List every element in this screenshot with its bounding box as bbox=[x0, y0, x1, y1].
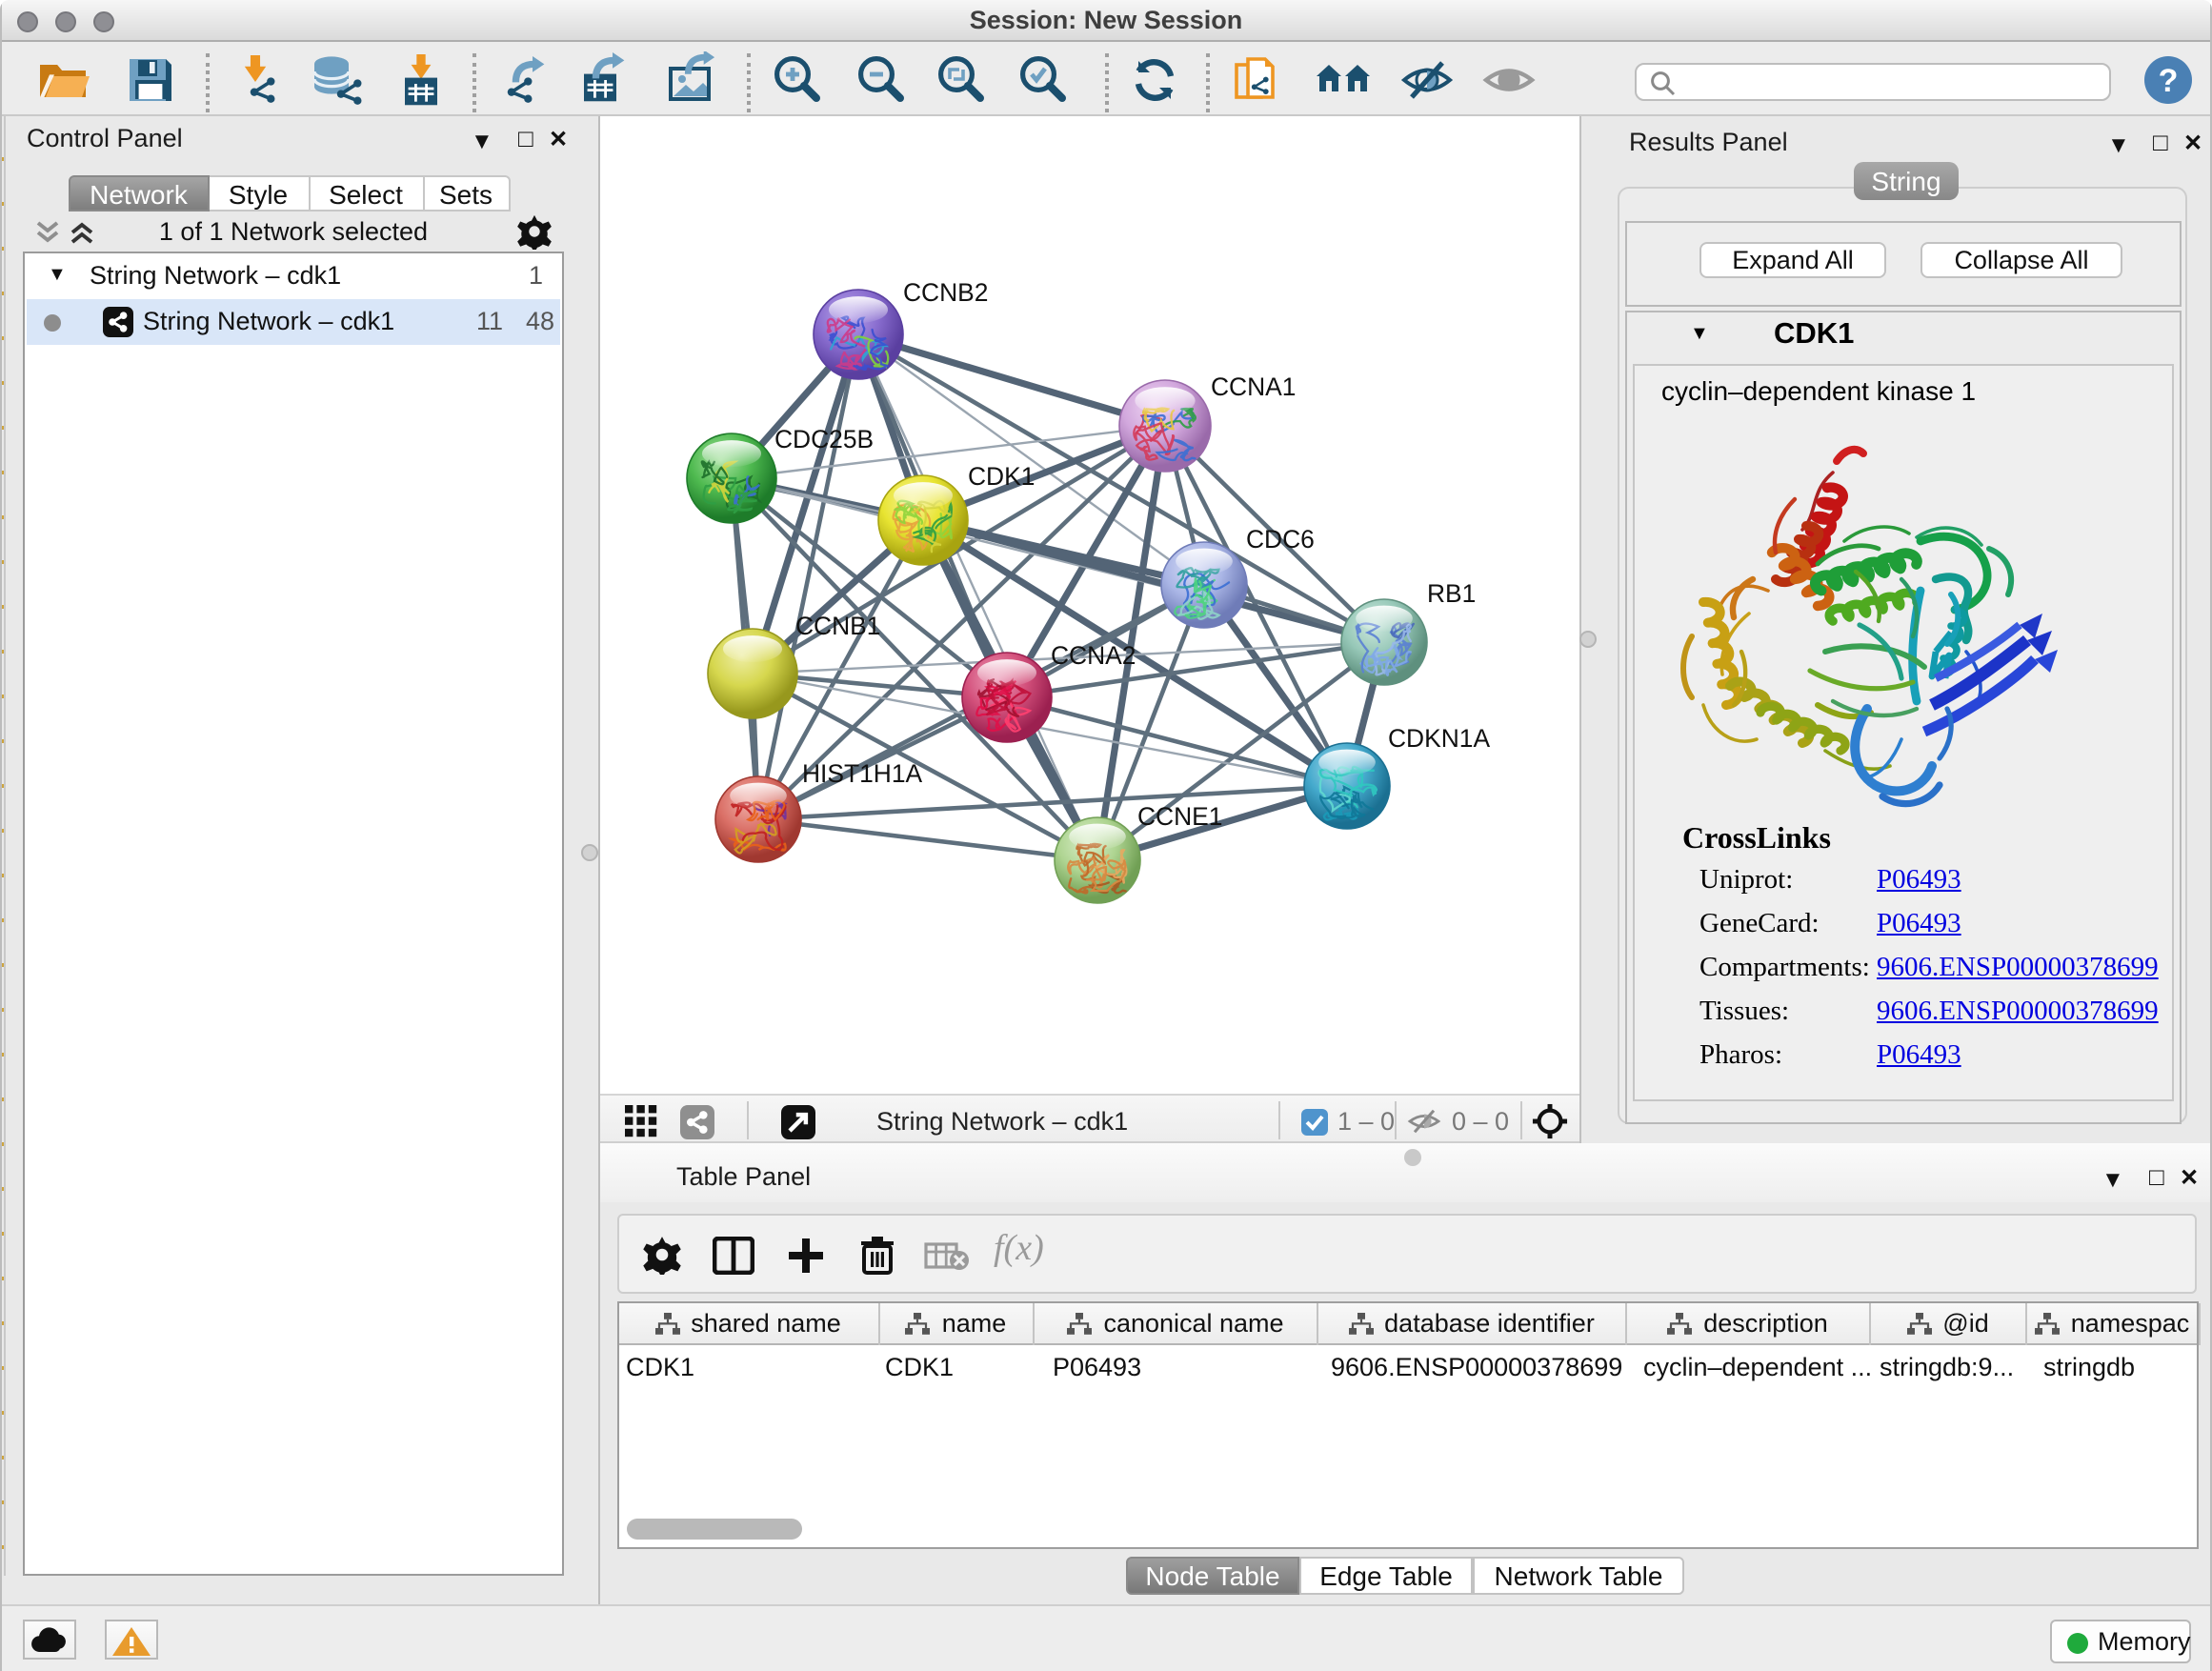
svg-text:CCNA2: CCNA2 bbox=[1051, 641, 1136, 670]
svg-text:CDK1: CDK1 bbox=[968, 462, 1035, 491]
svg-text:HIST1H1A: HIST1H1A bbox=[802, 759, 923, 788]
svg-text:CDKN1A: CDKN1A bbox=[1388, 724, 1490, 753]
svg-text:?: ? bbox=[2159, 63, 2179, 99]
svg-text:RB1: RB1 bbox=[1427, 579, 1476, 608]
svg-text:CDC25B: CDC25B bbox=[774, 425, 874, 453]
svg-text:CCNB2: CCNB2 bbox=[903, 278, 988, 307]
svg-text:CCNE1: CCNE1 bbox=[1137, 802, 1222, 831]
svg-text:CCNB1: CCNB1 bbox=[795, 612, 880, 640]
svg-text:CCNA1: CCNA1 bbox=[1211, 372, 1296, 401]
svg-text:CDC6: CDC6 bbox=[1246, 525, 1315, 554]
